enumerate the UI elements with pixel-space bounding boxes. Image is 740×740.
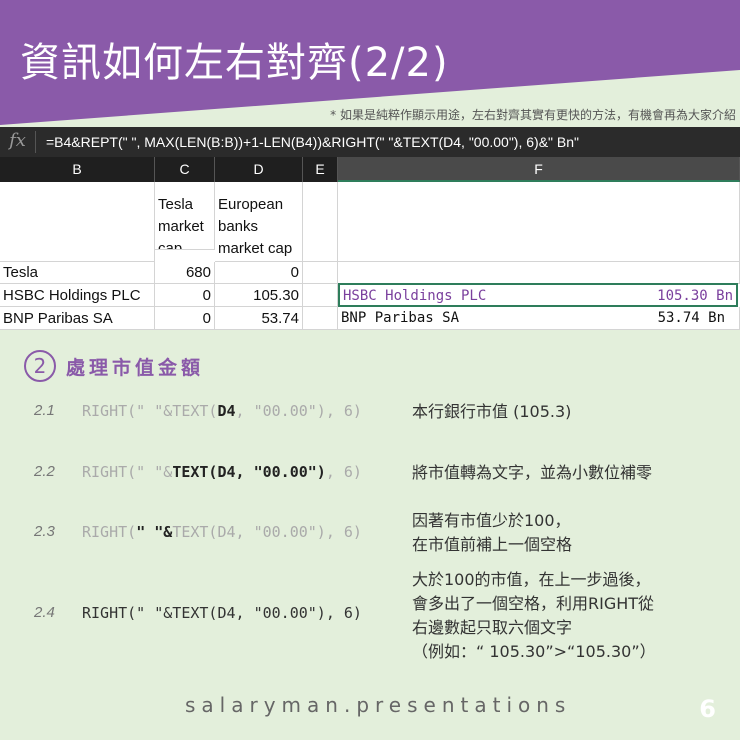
cell-f-bnp[interactable]: BNP Paribas SA 53.74 Bn	[338, 307, 740, 330]
description-line: 會多出了一個空格，利用RIGHT從	[412, 594, 655, 613]
step-formula: RIGHT(" "&TEXT(D4, "00.00"), 6)	[82, 604, 362, 622]
formula-input[interactable]: =B4&REPT(" ", MAX(LEN(B:B))+1-LEN(B4))&R…	[36, 134, 579, 150]
step-description: 將市值轉為文字，並為小數位補零	[412, 461, 652, 485]
cell-d-hsbc[interactable]: 105.30	[215, 284, 303, 307]
step-description: 因著有市值少於100， 在市值前補上一個空格	[412, 509, 572, 557]
cell-e1[interactable]	[303, 182, 338, 262]
cell-d-bnp[interactable]: 53.74	[215, 307, 303, 330]
description-line: 本行銀行市值 (105.3)	[412, 402, 572, 421]
cell-f-tesla[interactable]	[338, 262, 740, 284]
cell-b1[interactable]	[0, 182, 155, 262]
cell-e-hsbc[interactable]	[303, 284, 338, 307]
formula-segment: " "&	[136, 523, 173, 541]
step-description: 大於100的市值，在上一步過後， 會多出了一個空格，利用RIGHT從 右邊數起只取六…	[412, 568, 656, 664]
section-heading: 2 處理市值金額	[24, 350, 204, 382]
cell-d-tesla[interactable]: 0	[215, 262, 303, 284]
formula-segment: TEXT(D4, "00.00")	[172, 463, 326, 481]
spreadsheet-grid: Tesla market cap European banks market c…	[0, 182, 740, 330]
cell-d-header[interactable]: European banks market cap	[215, 182, 303, 262]
formula-segment: D4	[217, 402, 236, 420]
section-title: 處理市值金額	[66, 356, 205, 379]
column-header-b[interactable]: B	[0, 157, 155, 182]
aligned-name: HSBC Holdings PLC	[343, 288, 487, 304]
formula-segment: , "00.00"), 6)	[235, 402, 362, 420]
step-formula: RIGHT(" "&TEXT(D4, "00.00"), 6)	[82, 402, 362, 420]
formula-bar: fx =B4&REPT(" ", MAX(LEN(B:B))+1-LEN(B4)…	[0, 127, 740, 157]
cell-c-bnp[interactable]: 0	[155, 307, 215, 330]
column-header-c[interactable]: C	[155, 157, 215, 182]
step-number: 2.4	[34, 604, 55, 621]
description-line: 因著有市值少於100，	[412, 511, 571, 530]
column-header-f[interactable]: F	[338, 157, 740, 182]
formula-segment: RIGHT(	[82, 523, 137, 541]
description-line: 將市值轉為文字，並為小數位補零	[412, 463, 653, 482]
description-line: 大於100的市值，在上一步過後，	[412, 570, 651, 589]
aligned-value: 53.74 Bn	[657, 310, 725, 326]
cell-c-header[interactable]: Tesla market cap	[155, 182, 215, 250]
cell-b-tesla[interactable]: Tesla	[0, 262, 155, 284]
function-icon[interactable]: fx	[0, 131, 36, 153]
cell-b-bnp[interactable]: BNP Paribas SA	[0, 307, 155, 330]
footer-brand: salaryman.presentations	[185, 693, 572, 717]
description-line: 在市值前補上一個空格	[412, 535, 573, 554]
formula-segment: RIGHT(" "&TEXT(	[82, 402, 218, 420]
description-line: （例如：“ 105.30”>“105.30”）	[412, 642, 656, 661]
section-number-badge: 2	[24, 350, 56, 382]
step-number: 2.2	[34, 463, 55, 480]
step-formula: RIGHT(" "&TEXT(D4, "00.00"), 6)	[82, 463, 362, 481]
cell-f-hsbc-selected[interactable]: HSBC Holdings PLC 105.30 Bn	[338, 283, 738, 307]
step-number: 2.3	[34, 523, 55, 540]
description-line: 右邊數起只取六個文字	[412, 618, 573, 637]
cell-e-tesla[interactable]	[303, 262, 338, 284]
cell-f1[interactable]	[338, 182, 740, 262]
page-number: 6	[699, 695, 716, 723]
cell-c-tesla[interactable]: 680	[155, 262, 215, 284]
formula-segment: RIGHT(" "&TEXT(D4, "00.00"), 6)	[82, 604, 362, 622]
aligned-name: BNP Paribas SA	[341, 310, 460, 326]
step-formula: RIGHT(" "&TEXT(D4, "00.00"), 6)	[82, 523, 362, 541]
formula-segment: , 6)	[325, 463, 362, 481]
page-title: 資訊如何左右對齊(2/2)	[20, 40, 449, 86]
cell-b-hsbc[interactable]: HSBC Holdings PLC	[0, 284, 155, 307]
column-header-d[interactable]: D	[215, 157, 303, 182]
formula-segment: TEXT(D4, "00.00"), 6)	[172, 523, 362, 541]
aligned-value: 105.30 Bn	[657, 288, 733, 304]
footnote: * 如果是純粹作顯示用途，左右對齊其實有更快的方法，有機會再為大家介紹	[330, 108, 736, 122]
column-header-e[interactable]: E	[303, 157, 338, 182]
formula-segment: RIGHT(" "&	[82, 463, 173, 481]
cell-c-hsbc[interactable]: 0	[155, 284, 215, 307]
cell-e-bnp[interactable]	[303, 307, 338, 330]
step-description: 本行銀行市值 (105.3)	[412, 400, 571, 424]
step-number: 2.1	[34, 402, 55, 419]
